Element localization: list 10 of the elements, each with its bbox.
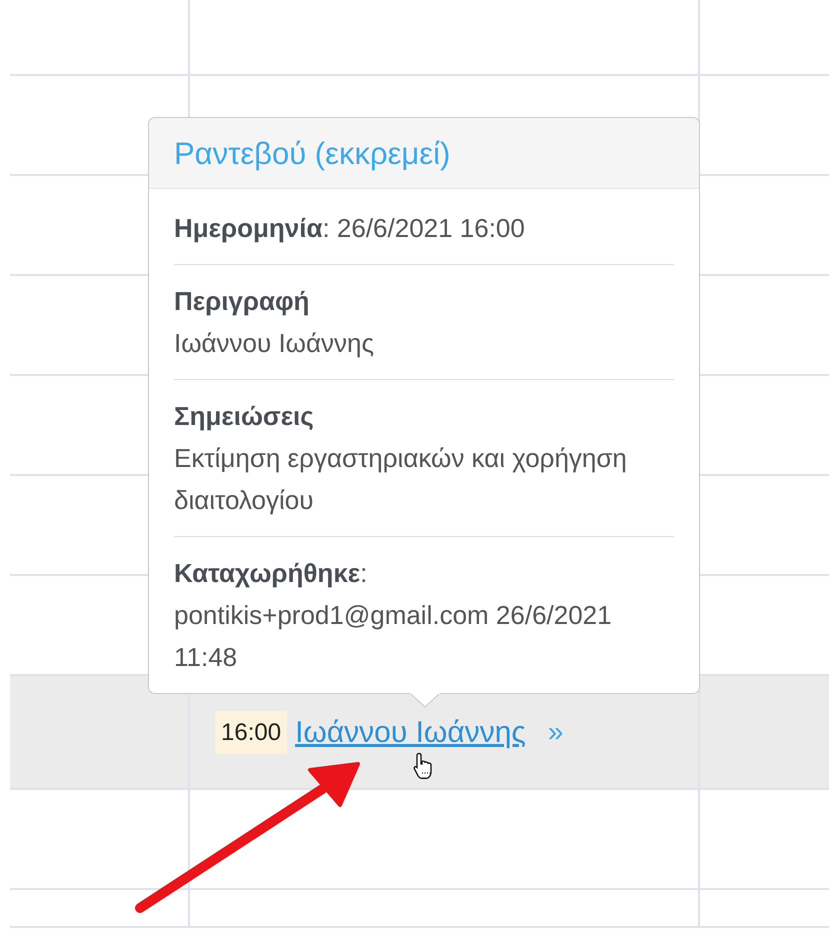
section-text: Ημερομηνία: 26/6/2021 16:00 <box>174 212 526 245</box>
section-text: Καταχωρήθηκε: pontikis+prod1@gmail.com 26/6/2021 11:48 <box>174 557 613 674</box>
more-link[interactable]: » <box>548 711 564 753</box>
section-text: Εκτίμηση εργαστηριακών και χορήγηση διαιτολογίου <box>174 442 628 517</box>
popover-title: Ραντεβού (εκκρεμεί) <box>149 118 699 189</box>
section-heading: Σημειώσεις <box>174 400 315 433</box>
event-link[interactable]: Ιωάννου Ιωάννης <box>295 710 526 754</box>
event-time: 16:00 <box>215 710 288 754</box>
section-heading: Περιγραφή <box>174 285 310 318</box>
section-text: Ιωάννου Ιωάννης <box>174 327 376 360</box>
